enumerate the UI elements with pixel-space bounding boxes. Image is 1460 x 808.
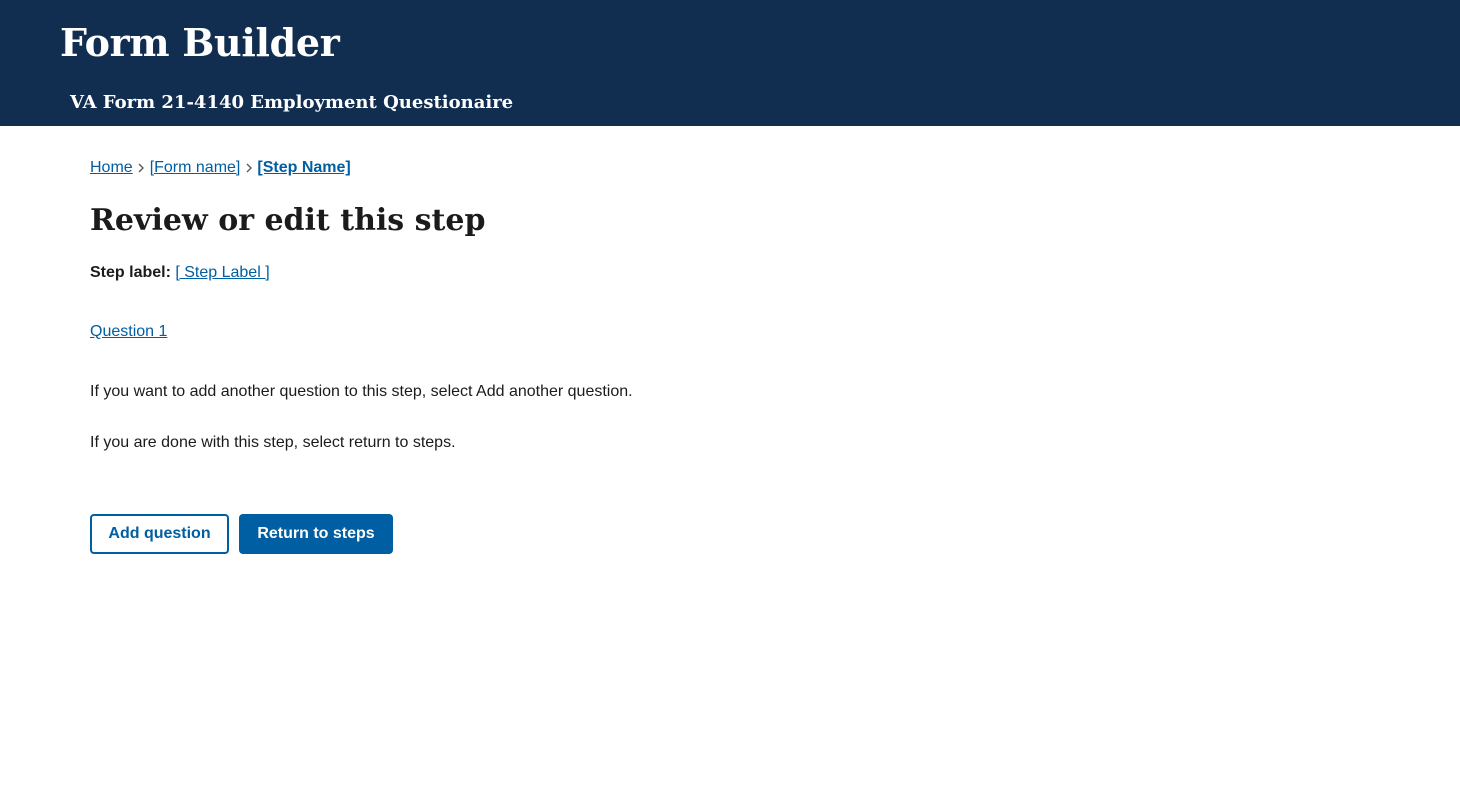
form-title: VA Form 21-4140 Employment Questionaire <box>70 92 514 113</box>
step-label-link[interactable]: [ Step Label ] <box>175 264 269 281</box>
site-header: Form Builder VA Form 21-4140 Employment … <box>0 0 1460 126</box>
chevron-right-icon <box>133 156 150 180</box>
step-label-row: Step label: [ Step Label ] <box>90 261 270 285</box>
page-title: Review or edit this step <box>90 203 486 238</box>
return-to-steps-button[interactable]: Return to steps <box>239 514 393 554</box>
help-text-done: If you are done with this step, select r… <box>90 434 456 451</box>
question-link[interactable]: Question 1 <box>90 320 167 344</box>
breadcrumb-home[interactable]: Home <box>90 159 133 177</box>
breadcrumb: Home [Form name] [Step Name] <box>90 156 351 180</box>
breadcrumb-form-name[interactable]: [Form name] <box>150 159 241 177</box>
help-text-add: If you want to add another question to t… <box>90 383 633 400</box>
app-title: Form Builder <box>60 20 340 65</box>
breadcrumb-step-name[interactable]: [Step Name] <box>257 159 350 177</box>
chevron-right-icon <box>240 156 257 180</box>
step-label-key: Step label: <box>90 264 171 281</box>
add-question-button[interactable]: Add question <box>90 514 229 554</box>
